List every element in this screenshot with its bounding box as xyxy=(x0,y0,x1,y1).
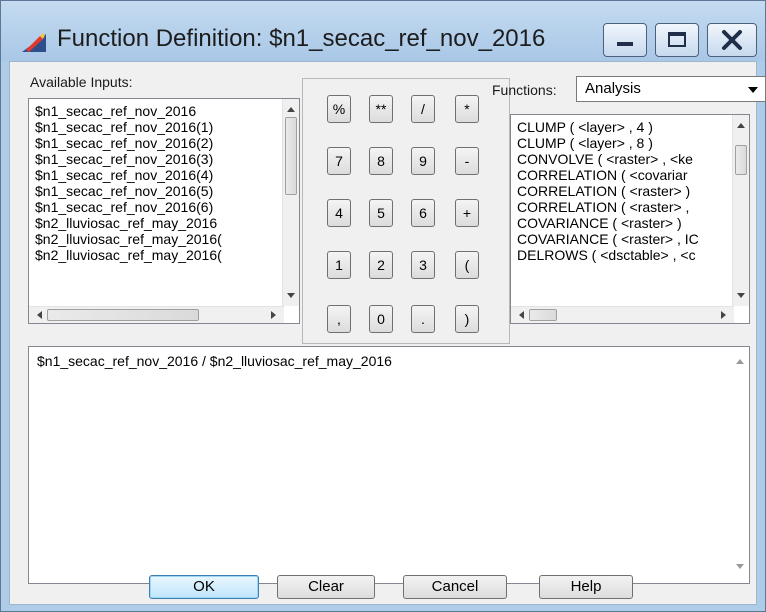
input-item[interactable]: $n1_secac_ref_nov_2016(1) xyxy=(35,119,222,135)
chevron-down-icon xyxy=(748,87,758,93)
key-percent[interactable]: % xyxy=(327,95,351,123)
function-item[interactable]: DELROWS ( <dsctable> , <c xyxy=(517,247,699,263)
input-item[interactable]: $n2_lluviosac_ref_may_2016( xyxy=(35,247,222,263)
function-item[interactable]: CLUMP ( <layer> , 8 ) xyxy=(517,135,699,151)
cancel-button[interactable]: Cancel xyxy=(403,575,507,599)
scroll-thumb[interactable] xyxy=(735,145,747,175)
input-item[interactable]: $n1_secac_ref_nov_2016(6) xyxy=(35,199,222,215)
close-button[interactable] xyxy=(707,23,757,57)
scroll-up-icon[interactable] xyxy=(732,353,748,369)
available-inputs-items: $n1_secac_ref_nov_2016 $n1_secac_ref_nov… xyxy=(35,103,222,263)
key-4[interactable]: 4 xyxy=(327,199,351,227)
scroll-down-icon[interactable] xyxy=(283,288,299,304)
functions-items: CLUMP ( <layer> , 4 ) CLUMP ( <layer> , … xyxy=(517,119,699,263)
close-icon xyxy=(722,30,742,50)
function-item[interactable]: CONVOLVE ( <raster> , <ke xyxy=(517,151,699,167)
key-6[interactable]: 6 xyxy=(411,199,435,227)
input-item[interactable]: $n1_secac_ref_nov_2016(5) xyxy=(35,183,222,199)
expression-editor[interactable]: $n1_secac_ref_nov_2016 / $n2_lluviosac_r… xyxy=(28,346,750,584)
pencil-ruler-icon xyxy=(22,33,46,52)
key-1[interactable]: 1 xyxy=(327,251,351,279)
scroll-left-icon[interactable] xyxy=(31,307,47,323)
function-item[interactable]: CORRELATION ( <covariar xyxy=(517,167,699,183)
ok-button[interactable]: OK xyxy=(149,575,259,599)
function-item[interactable]: COVARIANCE ( <raster> ) xyxy=(517,215,699,231)
available-inputs-list[interactable]: $n1_secac_ref_nov_2016 $n1_secac_ref_nov… xyxy=(28,98,300,324)
key-multiply[interactable]: * xyxy=(455,95,479,123)
functions-horizontal-scrollbar[interactable] xyxy=(511,306,734,323)
dialog-body: Available Inputs: $n1_secac_ref_nov_2016… xyxy=(9,61,766,605)
functions-vertical-scrollbar[interactable] xyxy=(732,115,749,306)
input-item[interactable]: $n1_secac_ref_nov_2016(4) xyxy=(35,167,222,183)
inputs-horizontal-scrollbar[interactable] xyxy=(29,306,284,323)
function-item[interactable]: CLUMP ( <layer> , 4 ) xyxy=(517,119,699,135)
available-inputs-label: Available Inputs: xyxy=(30,74,133,90)
scroll-right-icon[interactable] xyxy=(716,307,732,323)
functions-list[interactable]: CLUMP ( <layer> , 4 ) CLUMP ( <layer> , … xyxy=(510,114,750,324)
scroll-thumb[interactable] xyxy=(529,309,557,321)
maximize-icon xyxy=(668,32,686,47)
key-2[interactable]: 2 xyxy=(369,251,393,279)
function-item[interactable]: CORRELATION ( <raster> , xyxy=(517,199,699,215)
window-title: Function Definition: $n1_secac_ref_nov_2… xyxy=(57,25,546,52)
expression-text[interactable]: $n1_secac_ref_nov_2016 / $n2_lluviosac_r… xyxy=(37,353,392,369)
function-item[interactable]: COVARIANCE ( <raster> , IC xyxy=(517,231,699,247)
clear-button[interactable]: Clear xyxy=(277,575,375,599)
maximize-button[interactable] xyxy=(655,23,699,57)
scroll-up-icon[interactable] xyxy=(733,117,749,133)
function-definition-window: Function Definition: $n1_secac_ref_nov_2… xyxy=(0,0,766,612)
key-power[interactable]: ** xyxy=(369,95,393,123)
calculator-keypad: % ** / * 7 8 9 - 4 5 6 + 1 2 3 ( , 0 . ) xyxy=(302,78,510,344)
functions-label: Functions: xyxy=(492,82,557,98)
key-minus[interactable]: - xyxy=(455,147,479,175)
help-button[interactable]: Help xyxy=(539,575,633,599)
key-9[interactable]: 9 xyxy=(411,147,435,175)
functions-category-dropdown[interactable]: Analysis xyxy=(576,76,766,102)
key-divide[interactable]: / xyxy=(411,95,435,123)
input-item[interactable]: $n1_secac_ref_nov_2016(3) xyxy=(35,151,222,167)
title-bar[interactable]: Function Definition: $n1_secac_ref_nov_2… xyxy=(1,1,765,61)
key-plus[interactable]: + xyxy=(455,199,479,227)
key-3[interactable]: 3 xyxy=(411,251,435,279)
key-open-paren[interactable]: ( xyxy=(455,251,479,279)
input-item[interactable]: $n1_secac_ref_nov_2016(2) xyxy=(35,135,222,151)
key-close-paren[interactable]: ) xyxy=(455,305,479,333)
input-item[interactable]: $n1_secac_ref_nov_2016 xyxy=(35,103,222,119)
scroll-down-icon[interactable] xyxy=(732,559,748,575)
key-5[interactable]: 5 xyxy=(369,199,393,227)
scroll-thumb[interactable] xyxy=(47,309,199,321)
key-decimal[interactable]: . xyxy=(411,305,435,333)
function-item[interactable]: CORRELATION ( <raster> ) xyxy=(517,183,699,199)
functions-category-value: Analysis xyxy=(585,80,641,97)
input-item[interactable]: $n2_lluviosac_ref_may_2016 xyxy=(35,215,222,231)
input-item[interactable]: $n2_lluviosac_ref_may_2016( xyxy=(35,231,222,247)
key-comma[interactable]: , xyxy=(327,305,351,333)
minimize-icon xyxy=(617,42,633,46)
minimize-button[interactable] xyxy=(603,23,647,57)
scroll-left-icon[interactable] xyxy=(513,307,529,323)
key-8[interactable]: 8 xyxy=(369,147,393,175)
expression-vertical-scrollbar[interactable] xyxy=(732,347,749,583)
scroll-up-icon[interactable] xyxy=(283,101,299,117)
scroll-thumb[interactable] xyxy=(285,117,297,195)
key-7[interactable]: 7 xyxy=(327,147,351,175)
scroll-right-icon[interactable] xyxy=(266,307,282,323)
scroll-down-icon[interactable] xyxy=(733,288,749,304)
inputs-vertical-scrollbar[interactable] xyxy=(282,99,299,306)
key-0[interactable]: 0 xyxy=(369,305,393,333)
